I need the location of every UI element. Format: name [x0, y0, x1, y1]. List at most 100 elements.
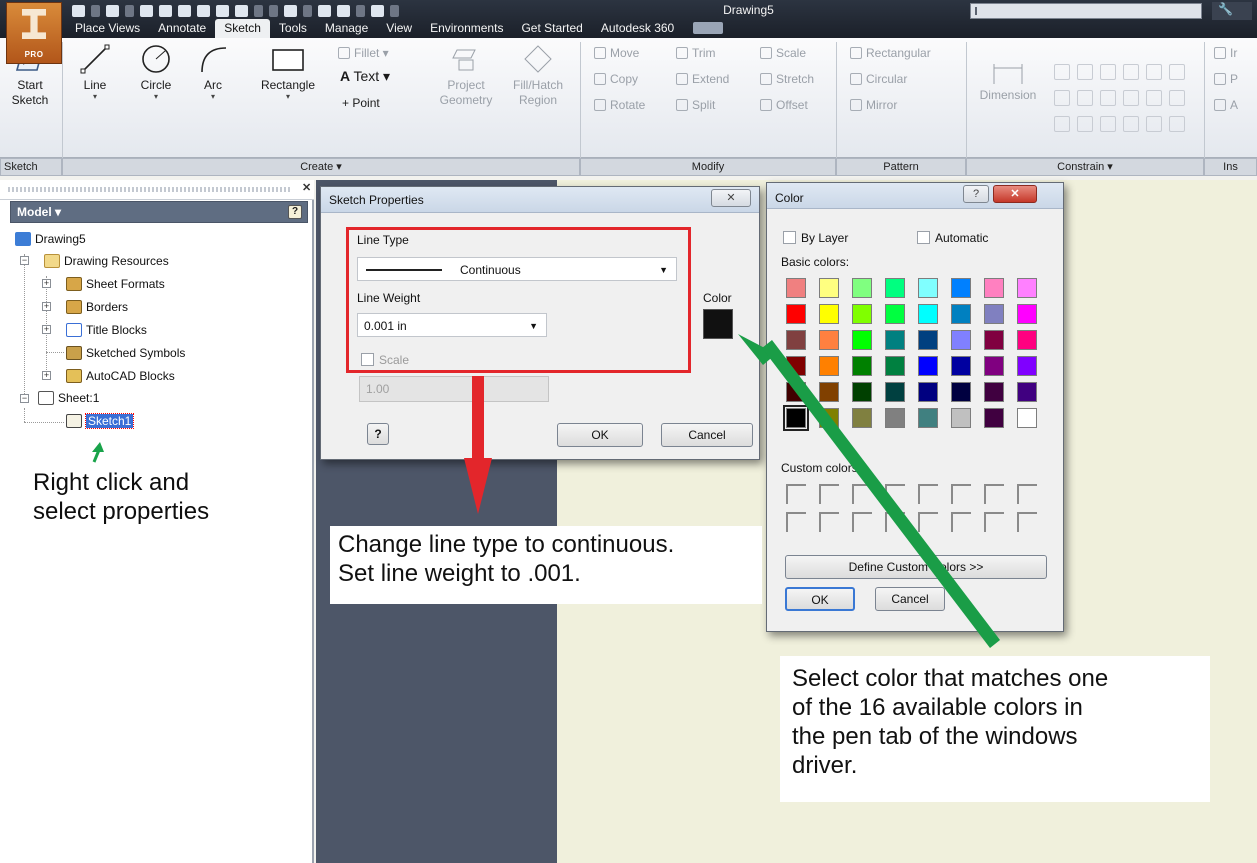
tree-item-title-blocks[interactable]: Title Blocks	[66, 321, 147, 339]
basic-color-swatch[interactable]	[984, 408, 1004, 428]
basic-color-swatch[interactable]	[1017, 382, 1037, 402]
custom-color-swatch[interactable]	[852, 512, 872, 532]
basic-color-swatch[interactable]	[819, 278, 839, 298]
basic-color-swatch[interactable]	[951, 304, 971, 324]
basic-color-swatch[interactable]	[885, 330, 905, 350]
custom-color-swatch[interactable]	[885, 512, 905, 532]
cancel-button[interactable]: Cancel	[875, 587, 945, 611]
extend-button[interactable]: Extend	[676, 72, 729, 86]
browser-grip[interactable]	[8, 187, 290, 192]
dimension-button[interactable]: Dimension	[970, 58, 1046, 103]
basic-color-swatch[interactable]	[819, 382, 839, 402]
tree-item-borders[interactable]: Borders	[66, 298, 128, 316]
basic-color-swatch[interactable]	[984, 330, 1004, 350]
basic-color-swatch[interactable]	[1017, 304, 1037, 324]
basic-color-swatch[interactable]	[852, 356, 872, 376]
line-type-dropdown[interactable]: Continuous ▼	[357, 257, 677, 281]
offset-button[interactable]: Offset	[760, 98, 808, 112]
arc-button[interactable]: Arc ▾	[190, 42, 236, 101]
panel-title-constrain[interactable]: Constrain ▾	[966, 158, 1204, 176]
show-constraints-icon[interactable]	[1100, 116, 1116, 132]
basic-color-swatch[interactable]	[984, 356, 1004, 376]
close-icon[interactable]: ✕	[302, 181, 311, 194]
help-search-input[interactable]	[970, 3, 1202, 19]
insert-image-button[interactable]: Ir	[1214, 46, 1237, 60]
project-geometry-button[interactable]: Project Geometry	[436, 42, 496, 108]
insert-points-button[interactable]: P	[1214, 72, 1238, 86]
mirror-button[interactable]: Mirror	[850, 98, 897, 112]
basic-color-swatch[interactable]	[885, 382, 905, 402]
scale-checkbox[interactable]	[361, 353, 374, 366]
basic-color-swatch[interactable]	[786, 304, 806, 324]
rectangle-button[interactable]: Rectangle ▾	[252, 42, 324, 101]
close-icon[interactable]: ✕	[993, 185, 1037, 203]
fillet-button[interactable]: Fillet ▾	[338, 46, 389, 60]
model-dropdown[interactable]: Model ▾	[17, 205, 61, 219]
collapse-icon[interactable]: −	[20, 256, 29, 265]
fix-icon[interactable]	[1146, 64, 1162, 80]
perpendicular-icon[interactable]	[1077, 90, 1093, 106]
copy-button[interactable]: Copy	[594, 72, 638, 86]
custom-color-swatch[interactable]	[918, 484, 938, 504]
custom-color-swatch[interactable]	[984, 512, 1004, 532]
cancel-button[interactable]: Cancel	[661, 423, 753, 447]
tab-tools[interactable]: Tools	[270, 19, 316, 38]
custom-color-swatch[interactable]	[951, 512, 971, 532]
basic-color-swatch[interactable]	[918, 304, 938, 324]
circle-button[interactable]: Circle ▾	[130, 42, 182, 101]
basic-color-swatch[interactable]	[885, 356, 905, 376]
circular-pattern-button[interactable]: Circular	[850, 72, 907, 86]
constraint-settings-icon[interactable]	[1123, 116, 1139, 132]
basic-color-swatch[interactable]	[819, 330, 839, 350]
basic-color-swatch[interactable]	[1017, 408, 1037, 428]
tree-item-drawing5[interactable]: Drawing5	[15, 230, 86, 248]
custom-color-swatch[interactable]	[885, 484, 905, 504]
ribbon-options-icon[interactable]	[693, 22, 724, 34]
basic-color-swatch[interactable]	[819, 356, 839, 376]
basic-color-swatch[interactable]	[885, 408, 905, 428]
basic-color-swatch[interactable]	[783, 405, 809, 431]
symmetric-icon[interactable]	[1077, 116, 1093, 132]
tab-place-views[interactable]: Place Views	[66, 19, 149, 38]
scale-button[interactable]: Scale	[760, 46, 806, 60]
move-button[interactable]: Move	[594, 46, 639, 60]
text-button[interactable]: A Text ▾	[340, 68, 390, 85]
by-layer-checkbox[interactable]	[783, 231, 796, 244]
basic-color-swatch[interactable]	[918, 356, 938, 376]
tangent-icon[interactable]	[1100, 64, 1116, 80]
equal-length-icon[interactable]	[1146, 116, 1162, 132]
custom-color-swatch[interactable]	[786, 484, 806, 504]
rectangular-pattern-button[interactable]: Rectangular	[850, 46, 931, 60]
tree-item-drawing-resources[interactable]: Drawing Resources	[44, 252, 169, 270]
tree-item-autocad-blocks[interactable]: AutoCAD Blocks	[66, 367, 175, 385]
equal-icon[interactable]	[1100, 90, 1116, 106]
trim-button[interactable]: Trim	[676, 46, 716, 60]
tab-annotate[interactable]: Annotate	[149, 19, 215, 38]
custom-color-swatch[interactable]	[984, 484, 1004, 504]
expand-icon[interactable]: +	[42, 325, 51, 334]
basic-color-swatch[interactable]	[786, 330, 806, 350]
basic-color-swatch[interactable]	[819, 304, 839, 324]
application-menu-button[interactable]: PRO	[6, 2, 62, 64]
tree-item-sketched-symbols[interactable]: Sketched Symbols	[66, 344, 185, 362]
fill-hatch-region-button[interactable]: Fill/Hatch Region	[506, 42, 570, 108]
basic-color-swatch[interactable]	[918, 330, 938, 350]
basic-color-swatch[interactable]	[951, 356, 971, 376]
vertical-icon[interactable]	[1146, 90, 1162, 106]
expand-icon[interactable]: +	[42, 302, 51, 311]
collapse-icon[interactable]: −	[20, 394, 29, 403]
color-swatch-button[interactable]	[703, 309, 733, 339]
automatic-checkbox[interactable]	[917, 231, 930, 244]
rotate-button[interactable]: Rotate	[594, 98, 645, 112]
basic-color-swatch[interactable]	[786, 356, 806, 376]
panel-title-create[interactable]: Create ▾	[62, 158, 580, 176]
basic-color-swatch[interactable]	[984, 278, 1004, 298]
basic-color-swatch[interactable]	[852, 408, 872, 428]
line-weight-dropdown[interactable]: 0.001 in ▼	[357, 313, 547, 337]
basic-color-swatch[interactable]	[984, 382, 1004, 402]
close-icon[interactable]: ✕	[711, 189, 751, 207]
custom-color-swatch[interactable]	[852, 484, 872, 504]
help-icon[interactable]: ?	[367, 423, 389, 445]
basic-color-swatch[interactable]	[852, 278, 872, 298]
custom-color-swatch[interactable]	[819, 484, 839, 504]
